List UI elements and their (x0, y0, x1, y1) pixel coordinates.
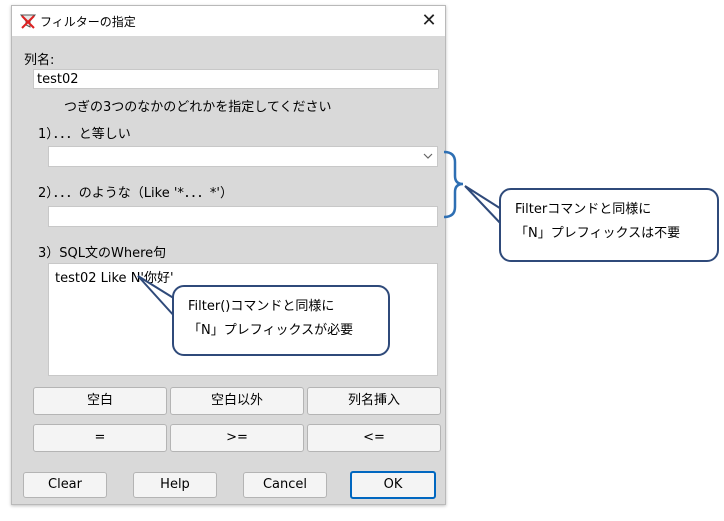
callout-prefix-required: Filter()コマンドと同様に 「N」プレフィックスが必要 (172, 285, 390, 356)
callout-prefix-required-line1: Filter()コマンドと同様に (188, 299, 335, 314)
callout-no-prefix-line1: Filterコマンドと同様に (515, 202, 652, 217)
callout-no-prefix: Filterコマンドと同様に 「N」プレフィックスは不要 (499, 188, 719, 262)
callout-no-prefix-line2: 「N」プレフィックスは不要 (515, 226, 681, 241)
bracket-shape (443, 150, 464, 219)
callout-prefix-required-line2: 「N」プレフィックスが必要 (188, 323, 354, 338)
